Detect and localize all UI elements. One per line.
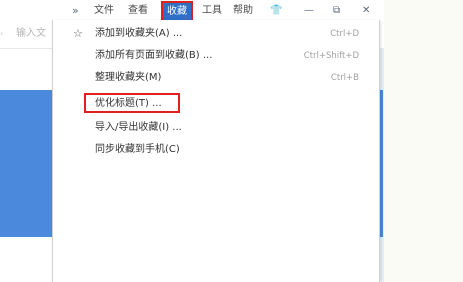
address-edge-glyph: ‹ xyxy=(0,29,4,38)
outer-background xyxy=(384,0,463,282)
menu-item-label: 添加到收藏夹(A) ... xyxy=(95,28,183,39)
star-icon: ☆ xyxy=(73,27,83,40)
menu-file[interactable]: 文件 xyxy=(94,3,114,18)
close-icon[interactable]: ✕ xyxy=(362,3,370,18)
favorites-dropdown-menu: ☆ 添加到收藏夹(A) ... Ctrl+D 添加所有页面到收藏(B) ... … xyxy=(52,20,380,282)
search-input[interactable]: 输入文 xyxy=(16,27,50,41)
browser-window: » 文件 查看 收藏 工具 帮助 👕 — ⧉ ✕ ‹ 输入文 ☆ 添加到收藏夹(… xyxy=(0,0,384,282)
menu-item-label: 添加所有页面到收藏(B) ... xyxy=(95,50,213,61)
menu-item-add-favorite[interactable]: ☆ 添加到收藏夹(A) ... Ctrl+D xyxy=(53,24,379,44)
menu-tools[interactable]: 工具 xyxy=(202,3,222,18)
restore-icon[interactable]: ⧉ xyxy=(333,3,340,18)
menu-help[interactable]: 帮助 xyxy=(233,3,253,18)
menu-item-shortcut: Ctrl+B xyxy=(330,73,359,83)
menu-item-add-all-pages[interactable]: 添加所有页面到收藏(B) ... Ctrl+Shift+D xyxy=(53,46,379,66)
red-highlight-box xyxy=(84,93,180,113)
minimize-icon[interactable]: — xyxy=(304,3,314,18)
menu-bar: » 文件 查看 收藏 工具 帮助 👕 — ⧉ ✕ xyxy=(0,0,384,23)
menu-item-label: 同步收藏到手机(C) xyxy=(95,144,180,155)
menu-item-shortcut: Ctrl+Shift+D xyxy=(303,51,359,61)
menu-view[interactable]: 查看 xyxy=(128,3,148,18)
menu-item-shortcut: Ctrl+D xyxy=(330,29,359,39)
page-content-block xyxy=(0,90,52,237)
menu-item-organize-favorites[interactable]: 整理收藏夹(M) Ctrl+B xyxy=(53,68,379,88)
menu-item-label: 整理收藏夹(M) xyxy=(95,72,162,83)
menu-item-import-export[interactable]: 导入/导出收藏(I) ... xyxy=(53,118,379,138)
skin-icon[interactable]: 👕 xyxy=(270,3,282,18)
more-chevron-icon[interactable]: » xyxy=(72,3,79,18)
menu-item-label: 导入/导出收藏(I) ... xyxy=(95,122,182,133)
menu-item-sync-to-phone[interactable]: 同步收藏到手机(C) xyxy=(53,140,379,160)
